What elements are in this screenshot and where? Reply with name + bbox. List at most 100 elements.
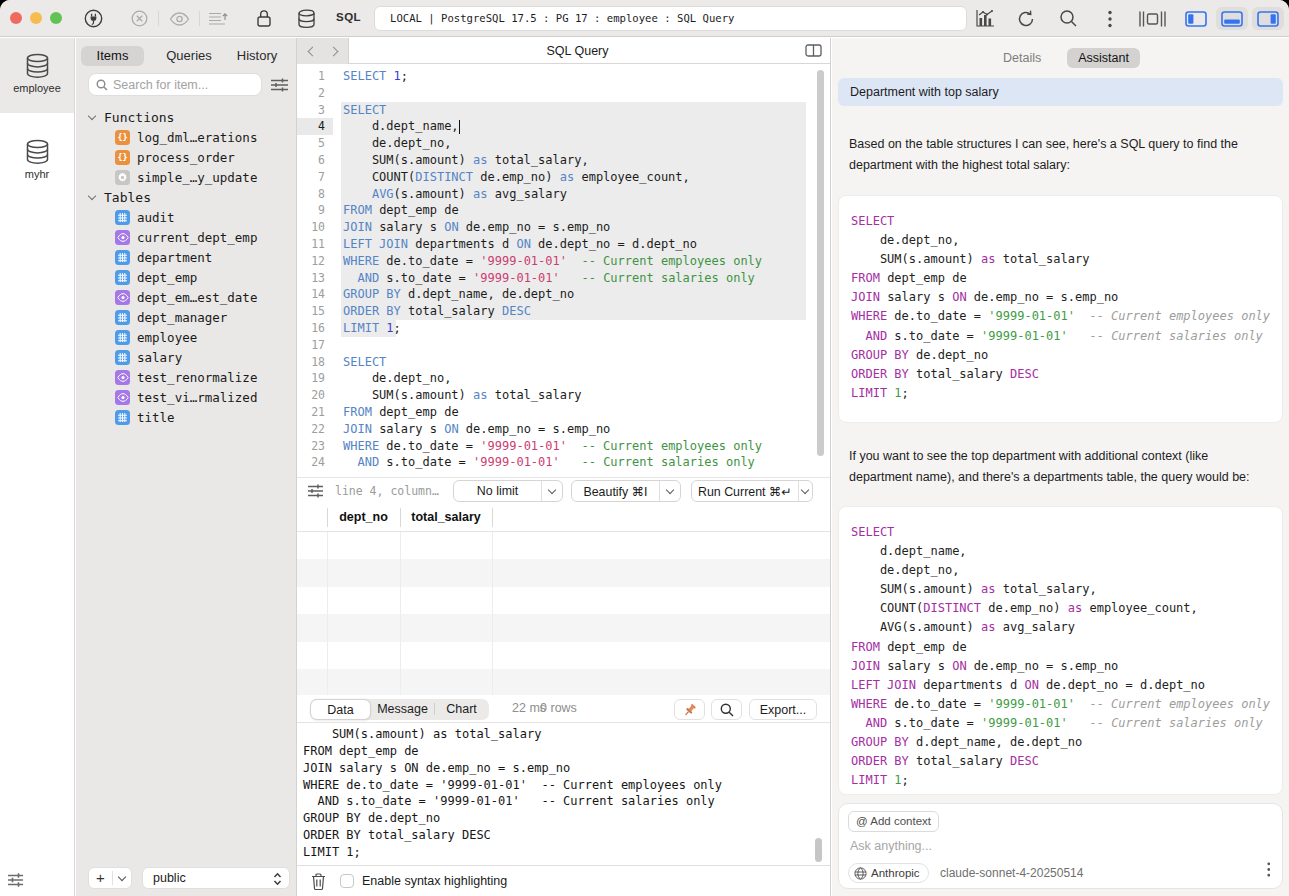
code-line: JOIN salary s ON de.emp_no = s.emp_no <box>851 657 1270 676</box>
query-log-panel[interactable]: SUM(s.amount) as total_salaryFROM dept_e… <box>297 723 830 866</box>
connection-label: employee <box>0 82 74 94</box>
tab-details[interactable]: Details <box>1003 51 1041 65</box>
code-line: ORDER BY total_salary DESC <box>851 365 1270 384</box>
tree-item-dept-manager[interactable]: dept_manager <box>76 307 297 327</box>
column-header-total-salary[interactable]: total_salary <box>400 503 492 532</box>
tree-item-title[interactable]: title <box>76 407 297 427</box>
sidebar-tab-queries[interactable]: Queries <box>164 46 214 66</box>
tree-item-test-renormalize[interactable]: test_renormalize <box>76 367 297 387</box>
split-editor-icon[interactable] <box>805 44 822 57</box>
search-icon <box>96 79 108 91</box>
results-tab-chart[interactable]: Chart <box>435 699 488 720</box>
window-title-connection[interactable]: LOCAL | PostgreSQL 17.5 : PG 17 : employ… <box>374 6 967 31</box>
tree-item-label: current_dept_emp <box>137 230 257 245</box>
zoom-traffic-light[interactable] <box>50 12 62 24</box>
code-line: COUNT(DISTINCT de.emp_no) as employee_co… <box>343 169 762 186</box>
back-icon[interactable] <box>307 46 317 56</box>
sql-code-editor[interactable]: 123456789101112131415161718192021222324 … <box>297 64 830 477</box>
grid-row[interactable] <box>297 669 830 695</box>
add-item-button[interactable]: + <box>88 867 132 889</box>
add-context-chip[interactable]: @ Add context <box>848 811 939 832</box>
table-icon <box>115 210 130 225</box>
beautify-button[interactable]: Beautify ⌘I <box>571 480 681 502</box>
toggle-right-panel-button[interactable] <box>1252 7 1284 30</box>
chart-icon[interactable] <box>974 0 996 37</box>
assistant-panel: Details Assistant Department with top sa… <box>832 38 1289 896</box>
code-line: SELECT <box>343 354 762 371</box>
tree-item-salary[interactable]: salary <box>76 347 297 367</box>
database-icon[interactable] <box>296 0 316 37</box>
log-scrollbar[interactable] <box>815 838 822 862</box>
code-line: SUM(s.amount) as total_salary, <box>851 580 1270 599</box>
sidebar-search-input[interactable]: Search for item... <box>88 73 262 96</box>
tree-item-simple-y-update[interactable]: simple_…y_update <box>76 167 297 187</box>
editor-settings-icon[interactable] <box>305 478 325 504</box>
sidebar-bottom-bar: + public <box>76 860 297 896</box>
sidebar: Items Queries History Search for item...… <box>76 38 297 896</box>
toggle-bottom-panel-button[interactable] <box>1216 7 1248 30</box>
grid-row[interactable] <box>297 587 830 614</box>
provider-pill[interactable]: Anthropic <box>848 863 929 883</box>
syntax-highlighting-checkbox[interactable] <box>340 874 354 888</box>
tree-item-dept-em-est-date[interactable]: dept_em…est_date <box>76 287 297 307</box>
more-kebab-icon[interactable] <box>1102 0 1118 37</box>
more-kebab-icon[interactable] <box>1267 862 1271 877</box>
tree-item-dept-emp[interactable]: dept_emp <box>76 267 297 287</box>
column-separator <box>492 508 493 527</box>
grid-row[interactable] <box>297 642 830 669</box>
tree-section-functions[interactable]: Functions <box>76 107 297 127</box>
editor-column: SQL Query 123456789101112131415161718192… <box>297 38 831 896</box>
trash-icon[interactable] <box>310 863 326 896</box>
sidebar-tab-items[interactable]: Items <box>81 46 144 66</box>
tree-item-employee[interactable]: employee <box>76 327 297 347</box>
code-line: LIMIT 1; <box>851 771 1270 790</box>
assistant-topic-banner[interactable]: Department with top salary <box>838 78 1283 106</box>
export-button[interactable]: Export... <box>749 699 817 720</box>
tree-item-label: dept_manager <box>137 310 227 325</box>
tree-item-department[interactable]: department <box>76 247 297 267</box>
tree-item-test-vi-rmalized[interactable]: test_vi…rmalized <box>76 387 297 407</box>
results-tab-data[interactable]: Data <box>310 699 371 720</box>
connection-myhr[interactable]: myhr <box>0 137 74 199</box>
toggle-left-panel-button[interactable] <box>1180 7 1212 30</box>
search-icon[interactable] <box>1058 0 1078 37</box>
grid-row[interactable] <box>297 614 830 641</box>
minimize-traffic-light[interactable] <box>30 12 42 24</box>
grid-row[interactable] <box>297 559 830 586</box>
tree-item-log-dml-erations[interactable]: {}log_dml…erations <box>76 127 297 147</box>
filter-sliders-icon[interactable] <box>270 78 289 92</box>
tree-item-label: title <box>137 410 175 425</box>
forward-icon[interactable] <box>328 46 338 56</box>
run-current-button[interactable]: Run Current ⌘↵ <box>691 480 813 502</box>
connection-settings-icon[interactable] <box>7 872 24 888</box>
connection-icon[interactable] <box>83 0 104 37</box>
log-line: SUM(s.amount) as total_salary <box>303 726 722 743</box>
pin-button[interactable] <box>674 699 705 720</box>
focus-mode-icon[interactable] <box>1138 0 1166 37</box>
schema-select[interactable]: public <box>142 867 290 889</box>
tree-item-audit[interactable]: audit <box>76 207 297 227</box>
column-header-dept-no[interactable]: dept_no <box>327 503 400 532</box>
close-traffic-light[interactable] <box>10 12 22 24</box>
chevron-down-icon <box>118 873 126 881</box>
tree-item-label: dept_em…est_date <box>137 290 257 305</box>
tree-item-current-dept-emp[interactable]: current_dept_emp <box>76 227 297 247</box>
search-results-button[interactable] <box>711 699 742 720</box>
refresh-icon[interactable] <box>1015 0 1037 37</box>
tree-item-process-order[interactable]: {}process_order <box>76 147 297 167</box>
tree-section-tables[interactable]: Tables <box>76 187 297 207</box>
sidebar-tab-history[interactable]: History <box>233 46 281 66</box>
lock-icon[interactable] <box>255 0 273 37</box>
ask-input-placeholder[interactable]: Ask anything... <box>850 839 932 853</box>
tab-assistant[interactable]: Assistant <box>1067 48 1140 68</box>
limit-dropdown[interactable]: No limit <box>453 480 563 502</box>
line-number: 3 <box>297 102 325 119</box>
procedure-gear-icon <box>115 170 130 185</box>
results-tab-message[interactable]: Message <box>371 699 434 720</box>
view-eye-icon <box>115 370 130 385</box>
results-grid[interactable]: dept_no total_salary <box>297 503 830 695</box>
grid-row[interactable] <box>297 532 830 559</box>
assistant-input-card[interactable]: @ Add context Ask anything... Anthropic … <box>838 803 1283 889</box>
editor-scrollbar[interactable] <box>817 70 824 456</box>
connection-employee[interactable]: employee <box>0 38 74 113</box>
